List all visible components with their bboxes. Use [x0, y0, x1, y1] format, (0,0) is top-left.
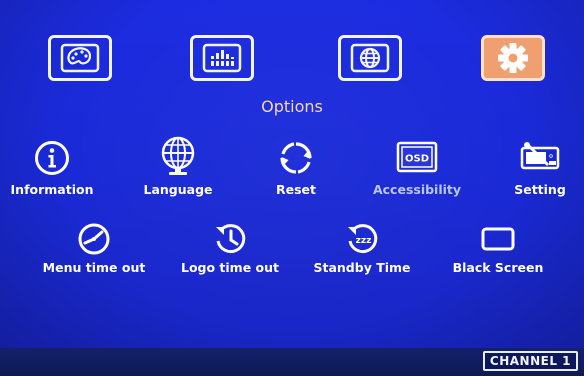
option-logo-time-out[interactable]: Logo time out: [170, 222, 290, 275]
option-label: Setting: [514, 182, 566, 197]
option-reset[interactable]: Reset: [258, 138, 334, 197]
option-label: Black Screen: [452, 260, 544, 275]
section-title: Options: [261, 97, 323, 116]
osd-icon-text: OSD: [405, 154, 429, 165]
gear-icon: [498, 43, 528, 73]
option-label: Menu time out: [42, 260, 146, 275]
option-language[interactable]: Language: [128, 134, 228, 197]
osd-icon: OSD: [396, 141, 438, 173]
option-label: Information: [10, 182, 94, 197]
equalizer-icon: [202, 43, 242, 73]
option-label: Language: [143, 182, 213, 197]
tab-picture[interactable]: [48, 35, 112, 81]
tab-network[interactable]: [338, 35, 402, 81]
option-menu-time-out[interactable]: Menu time out: [34, 222, 154, 275]
blank-screen-icon: [481, 227, 515, 251]
option-label: Standby Time: [313, 260, 411, 275]
osd-menu-screen: Options Information Language Reset OSD A…: [0, 0, 584, 376]
tab-options[interactable]: [481, 35, 545, 81]
option-standby-time[interactable]: zzz Standby Time: [302, 222, 422, 275]
channel-badge: CHANNEL 1: [482, 351, 578, 371]
status-bar: CHANNEL 1: [0, 348, 584, 376]
tab-audio[interactable]: [190, 35, 254, 81]
option-information[interactable]: Information: [6, 138, 98, 197]
svg-text:⚙: ⚙: [549, 154, 554, 160]
svg-text:zzz: zzz: [356, 236, 372, 246]
option-accessibility[interactable]: OSD Accessibility: [364, 138, 470, 197]
reset-icon: [280, 142, 312, 174]
info-icon: [35, 141, 69, 175]
clock-icon: [78, 223, 110, 255]
globe-icon: [350, 43, 390, 73]
option-label: Reset: [276, 182, 316, 197]
option-label: Accessibility: [372, 182, 462, 197]
palette-icon: [60, 43, 100, 73]
option-black-screen[interactable]: Black Screen: [436, 222, 560, 275]
history-icon: [216, 224, 246, 254]
option-setting[interactable]: ⚙ Setting: [500, 138, 580, 197]
globe-icon: [161, 136, 195, 175]
option-label: Logo time out: [180, 260, 280, 275]
setting-icon: ⚙: [520, 142, 560, 170]
sleep-icon: zzz: [348, 224, 378, 254]
